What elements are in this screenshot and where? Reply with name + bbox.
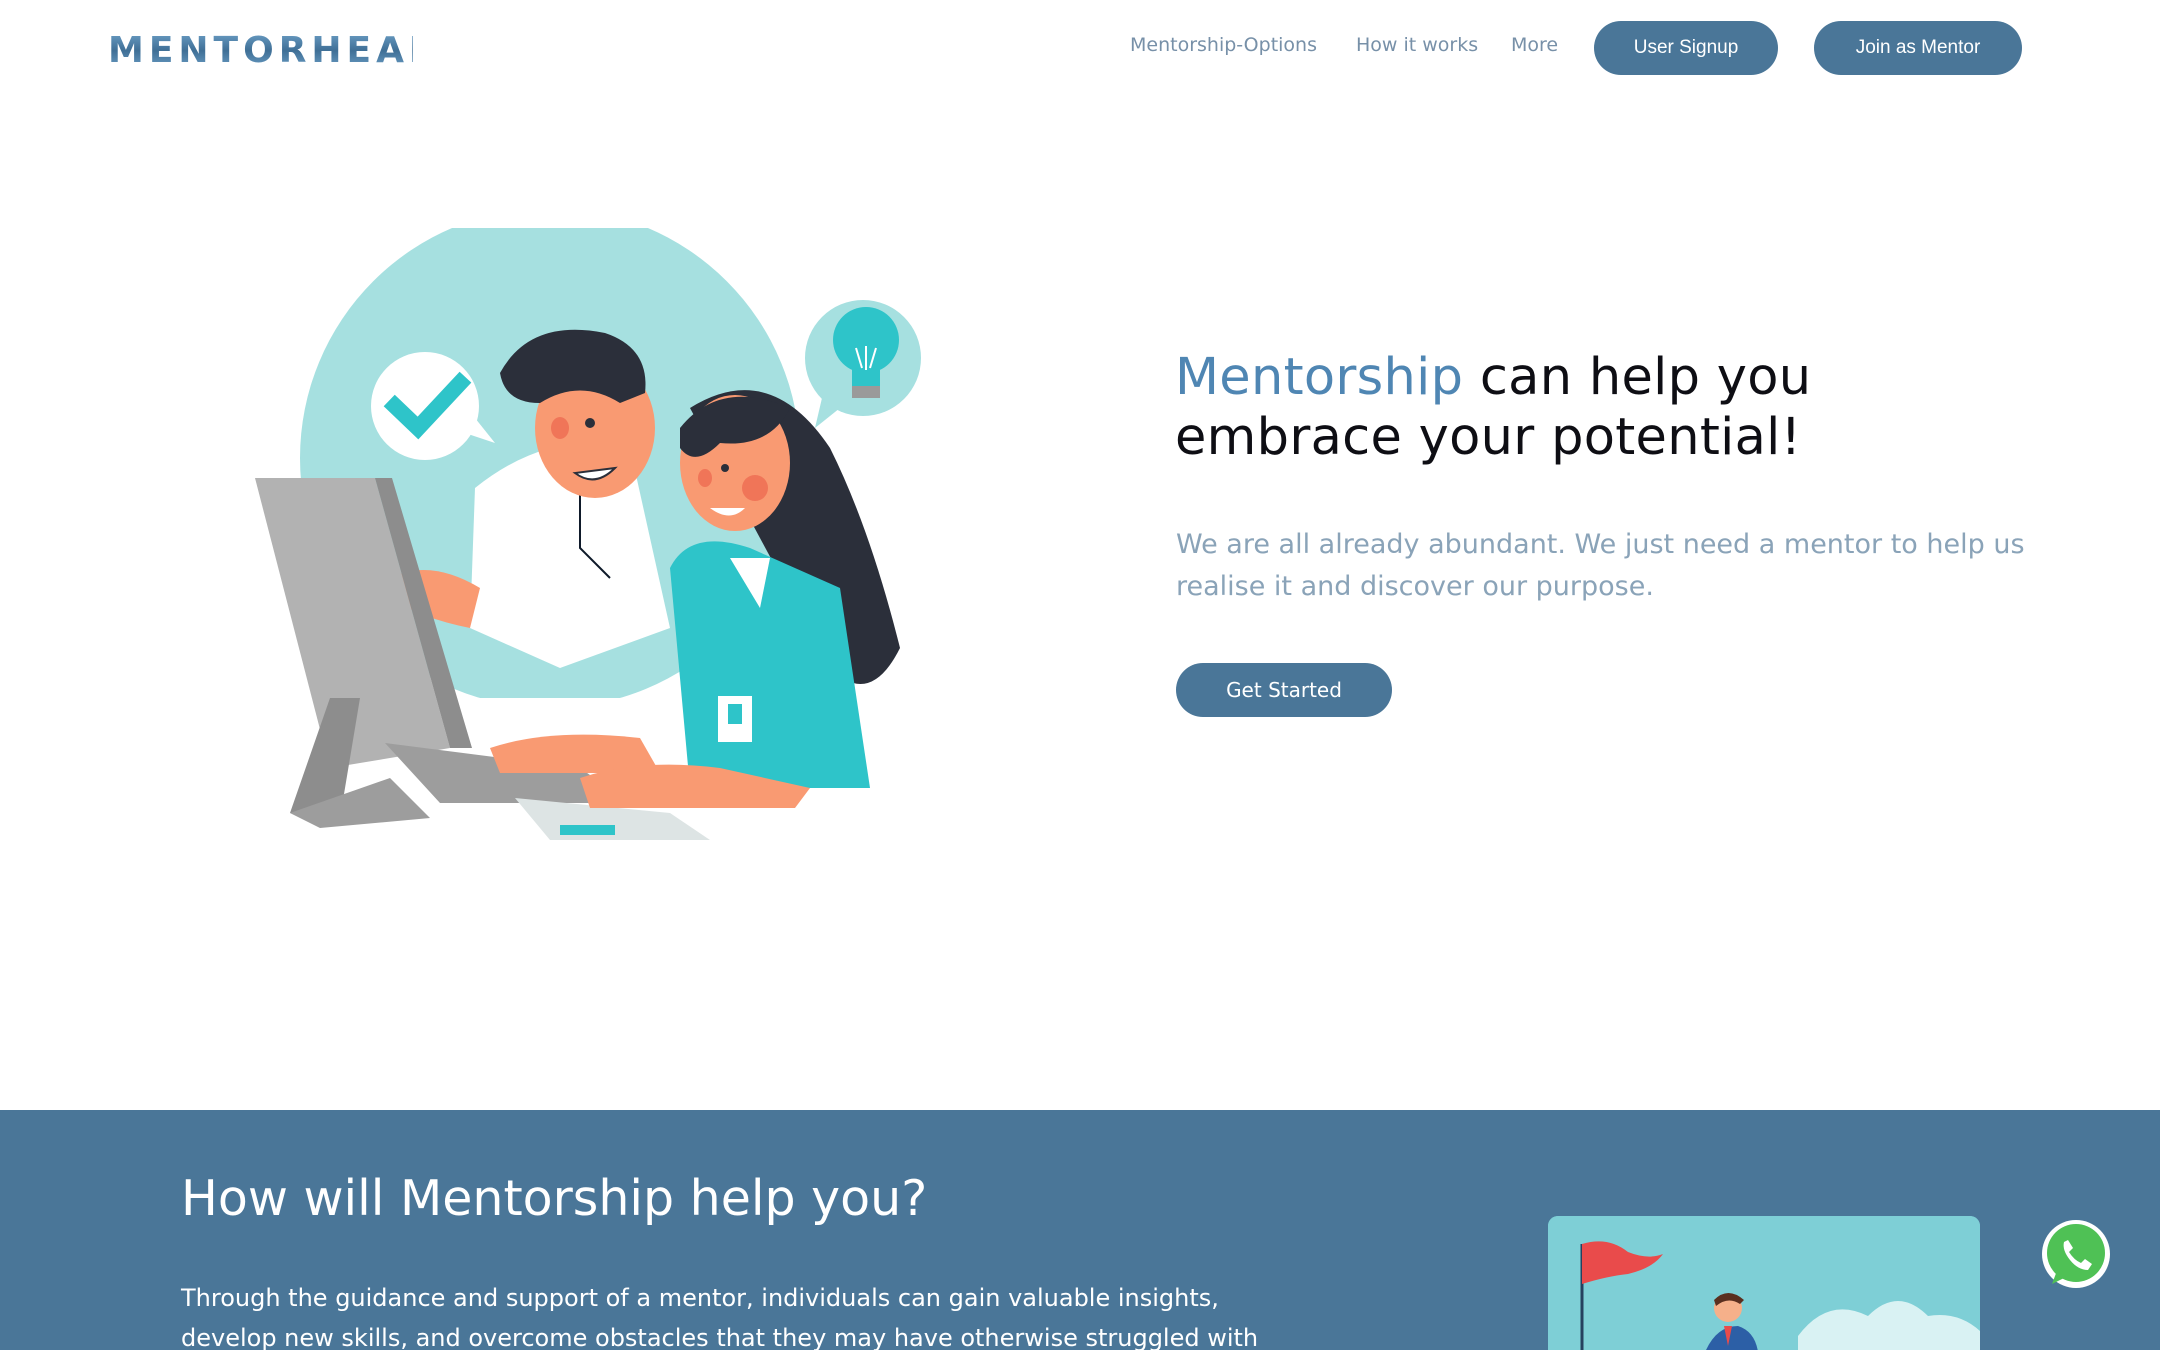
section-text: Through the guidance and support of a me…: [181, 1284, 1259, 1350]
hero-subtitle: We are all already abundant. We just nee…: [1176, 529, 2025, 602]
section-title: How will Mentorship help you?: [181, 1170, 928, 1227]
get-started-button[interactable]: Get Started: [1176, 663, 1392, 717]
mentorheal-logo[interactable]: MENTORHEAL: [108, 24, 413, 70]
lightbulb-icon: [805, 300, 921, 428]
whatsapp-icon[interactable]: [2040, 1218, 2112, 1290]
mentorship-benefits-section: How will Mentorship help you? Through th…: [0, 1110, 2160, 1350]
top-navbar: MENTORHEAL Mentorship-Options How it wor…: [0, 0, 2160, 96]
hero-title: Mentorship can help you embrace your pot…: [1175, 348, 2055, 468]
join-as-mentor-button[interactable]: Join as Mentor: [1814, 21, 2022, 75]
svg-text:MENTORHEAL: MENTORHEAL: [108, 30, 413, 70]
nav-link-how-it-works[interactable]: How it works: [1356, 34, 1478, 56]
nav-link-mentorship-options[interactable]: Mentorship-Options: [1130, 34, 1317, 56]
goal-climb-illustration: [1548, 1216, 1980, 1350]
nav-link-more[interactable]: More: [1511, 34, 1558, 56]
mentorship-hero-illustration: [250, 228, 930, 848]
user-signup-button[interactable]: User Signup: [1594, 21, 1778, 75]
hero-title-accent: Mentorship: [1175, 348, 1464, 407]
